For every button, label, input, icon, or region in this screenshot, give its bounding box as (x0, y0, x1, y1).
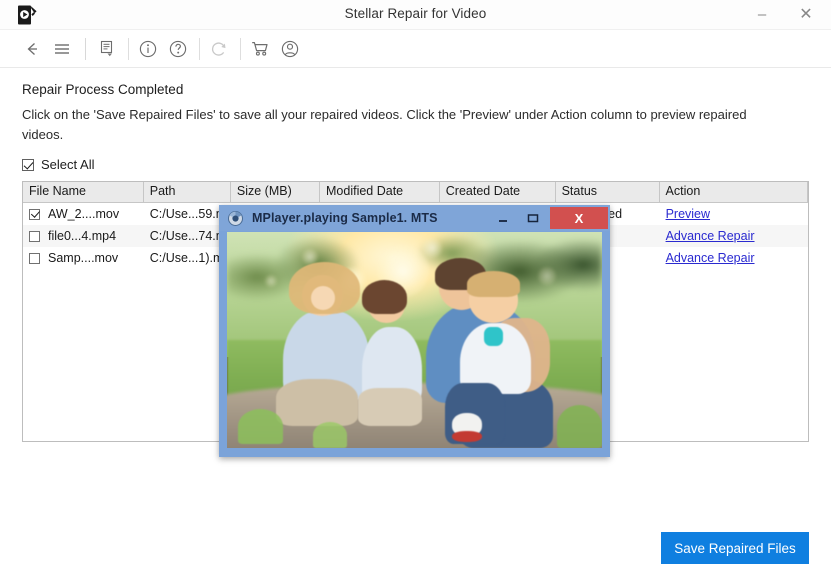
help-icon[interactable] (164, 35, 192, 63)
column-header-status[interactable]: Status (556, 182, 660, 202)
window-title: Stellar Repair for Video (0, 6, 831, 21)
table-header-row: File Name Path Size (MB) Modified Date C… (23, 182, 808, 203)
title-bar: Stellar Repair for Video – ✕ (0, 0, 831, 30)
mplayer-close-button[interactable]: X (550, 207, 608, 229)
select-all-row[interactable]: Select All (22, 157, 809, 172)
mplayer-icon (227, 210, 244, 227)
cell-path: C:/Use...59.mov (144, 203, 231, 225)
row-checkbox[interactable] (29, 209, 40, 220)
cell-path: C:/Use...1).m (144, 247, 231, 269)
cell-file-name: AW_2....mov (23, 203, 144, 225)
window-close-button[interactable]: ✕ (785, 0, 827, 29)
file-name-text: file0...4.mp4 (48, 229, 116, 243)
column-header-modified-date[interactable]: Modified Date (320, 182, 440, 202)
mplayer-maximize-button[interactable] (520, 205, 546, 231)
column-header-action[interactable]: Action (660, 182, 808, 202)
video-frame-image (227, 232, 602, 448)
cell-file-name: file0...4.mp4 (23, 225, 144, 247)
account-icon[interactable] (276, 35, 304, 63)
mplayer-title-bar: MPlayer.playing Sample1. MTS X (219, 205, 610, 231)
advance-repair-link[interactable]: Advance Repair (666, 229, 755, 243)
page-title: Repair Process Completed (22, 82, 809, 97)
toolbar-divider-3 (199, 38, 200, 60)
video-preview[interactable] (227, 232, 602, 448)
file-name-text: Samp....mov (48, 251, 118, 265)
cart-icon[interactable] (246, 35, 274, 63)
column-header-created-date[interactable]: Created Date (440, 182, 556, 202)
row-checkbox[interactable] (29, 253, 40, 264)
column-header-size[interactable]: Size (MB) (231, 182, 320, 202)
select-all-label: Select All (41, 157, 94, 172)
select-all-checkbox[interactable] (22, 159, 34, 171)
toolbar-divider-4 (240, 38, 241, 60)
info-icon[interactable] (134, 35, 162, 63)
back-icon[interactable] (18, 35, 46, 63)
toolbar-divider-2 (128, 38, 129, 60)
mplayer-dialog[interactable]: MPlayer.playing Sample1. MTS X (219, 205, 610, 457)
log-report-icon[interactable] (93, 35, 121, 63)
cell-file-name: Samp....mov (23, 247, 144, 269)
cell-action: Preview (660, 203, 808, 225)
menu-icon[interactable] (48, 35, 76, 63)
window-minimize-button[interactable]: – (741, 0, 783, 29)
file-name-text: AW_2....mov (48, 207, 119, 221)
row-checkbox[interactable] (29, 231, 40, 242)
cell-path: C:/Use...74.m (144, 225, 231, 247)
application-window: Stellar Repair for Video – ✕ (0, 0, 831, 577)
column-header-file-name[interactable]: File Name (23, 182, 144, 202)
cell-action: Advance Repair (660, 247, 808, 269)
toolbar-divider-1 (85, 38, 86, 60)
cell-action: Advance Repair (660, 225, 808, 247)
preview-link[interactable]: Preview (666, 207, 710, 221)
refresh-icon[interactable] (205, 35, 233, 63)
advance-repair-link[interactable]: Advance Repair (666, 251, 755, 265)
save-repaired-files-button[interactable]: Save Repaired Files (661, 532, 809, 564)
column-header-path[interactable]: Path (144, 182, 231, 202)
mplayer-minimize-button[interactable] (490, 205, 516, 231)
instruction-text: Click on the 'Save Repaired Files' to sa… (22, 105, 757, 145)
main-toolbar (0, 30, 831, 68)
mplayer-title-text: MPlayer.playing Sample1. MTS (252, 211, 438, 225)
